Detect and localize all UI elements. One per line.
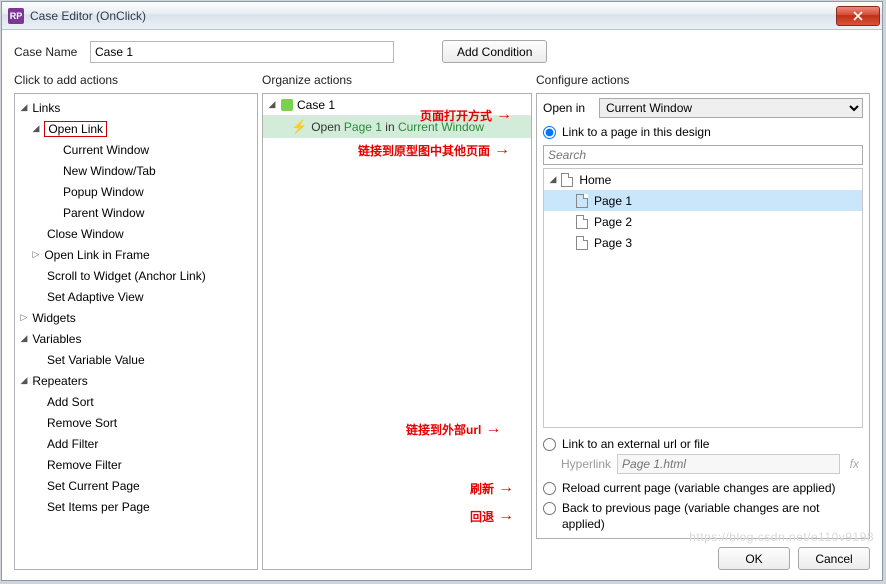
tree-open-link[interactable]: Open Link (15, 118, 257, 139)
page-2[interactable]: Page 2 (544, 211, 862, 232)
configure-column: Configure actions Open in Current Window… (536, 73, 870, 570)
ok-button[interactable]: OK (718, 547, 790, 570)
tree-set-items-page[interactable]: Set Items per Page (15, 496, 257, 517)
case-name-input[interactable] (90, 41, 394, 63)
caret-right-icon (31, 249, 41, 260)
caret-right-icon (19, 312, 29, 323)
caret-down-icon (19, 333, 29, 344)
tree-set-current-page[interactable]: Set Current Page (15, 475, 257, 496)
caret-down-icon (19, 375, 29, 386)
page-icon (576, 194, 588, 208)
case-icon (281, 99, 293, 111)
tree-open-frame[interactable]: Open Link in Frame (15, 244, 257, 265)
cancel-button[interactable]: Cancel (798, 547, 870, 570)
close-icon (853, 11, 863, 21)
search-input[interactable] (543, 145, 863, 165)
radio-link-design[interactable]: Link to a page in this design (543, 122, 863, 142)
page-icon (576, 215, 588, 229)
tree-popup-window[interactable]: Popup Window (15, 181, 257, 202)
tree-remove-sort[interactable]: Remove Sort (15, 412, 257, 433)
tree-add-sort[interactable]: Add Sort (15, 391, 257, 412)
page-tree[interactable]: Home Page 1 Page 2 Page 3 (543, 168, 863, 428)
radio-back[interactable]: Back to previous page (variable changes … (543, 498, 863, 534)
tree-add-filter[interactable]: Add Filter (15, 433, 257, 454)
organize-header: Organize actions (262, 73, 532, 87)
hyperlink-label: Hyperlink (561, 457, 611, 471)
fx-button[interactable]: fx (846, 457, 863, 471)
page-icon (561, 173, 573, 187)
open-in-row: Open in Current Window (543, 98, 863, 118)
caret-down-icon (19, 102, 29, 113)
actions-panel[interactable]: Links Open Link Current Window New Windo… (14, 93, 258, 570)
page-icon (576, 236, 588, 250)
tree-links[interactable]: Links (15, 97, 257, 118)
tree-scroll-widget[interactable]: Scroll to Widget (Anchor Link) (15, 265, 257, 286)
case-name-label: Case Name (14, 45, 90, 59)
page-3[interactable]: Page 3 (544, 232, 862, 253)
radio-external-input[interactable] (543, 438, 556, 451)
tree-new-window[interactable]: New Window/Tab (15, 160, 257, 181)
radio-reload-input[interactable] (543, 482, 556, 495)
page-1[interactable]: Page 1 (544, 190, 862, 211)
organize-case-label: Case 1 (297, 98, 335, 112)
case-name-row: Case Name Add Condition (14, 40, 870, 63)
configure-panel: Open in Current Window Link to a page in… (536, 93, 870, 539)
tree-set-var-value[interactable]: Set Variable Value (15, 349, 257, 370)
case-editor-window: RP Case Editor (OnClick) Case Name Add C… (1, 1, 883, 581)
app-icon: RP (8, 8, 24, 24)
add-condition-button[interactable]: Add Condition (442, 40, 547, 63)
caret-down-icon (267, 99, 277, 110)
open-in-select[interactable]: Current Window (599, 98, 863, 118)
titlebar[interactable]: RP Case Editor (OnClick) (2, 2, 882, 30)
tree-close-window[interactable]: Close Window (15, 223, 257, 244)
caret-down-icon (31, 123, 41, 134)
actions-header: Click to add actions (14, 73, 258, 87)
organize-panel[interactable]: Case 1 ⚡ Open Page 1 in Current Window (262, 93, 532, 570)
radio-link-design-input[interactable] (543, 126, 556, 139)
organize-case-row[interactable]: Case 1 (263, 94, 531, 116)
organize-column: Organize actions Case 1 ⚡ Open Page 1 in (262, 73, 532, 570)
tree-variables[interactable]: Variables (15, 328, 257, 349)
radio-reload[interactable]: Reload current page (variable changes ar… (543, 478, 863, 498)
lightning-icon: ⚡ (291, 119, 307, 135)
caret-down-icon (548, 174, 558, 185)
open-in-label: Open in (543, 101, 599, 115)
configure-header: Configure actions (536, 73, 870, 87)
actions-column: Click to add actions Links Open Link Cur… (14, 73, 258, 570)
hyperlink-row: Hyperlink fx (543, 454, 863, 474)
tree-widgets[interactable]: Widgets (15, 307, 257, 328)
organize-action-row[interactable]: ⚡ Open Page 1 in Current Window (263, 116, 531, 138)
hyperlink-input (617, 454, 840, 474)
radio-external[interactable]: Link to an external url or file (543, 434, 863, 454)
tree-remove-filter[interactable]: Remove Filter (15, 454, 257, 475)
tree-set-adaptive[interactable]: Set Adaptive View (15, 286, 257, 307)
window-title: Case Editor (OnClick) (30, 9, 146, 23)
dialog-footer: OK Cancel (536, 539, 870, 570)
radio-back-input[interactable] (543, 502, 556, 515)
page-home[interactable]: Home (544, 169, 862, 190)
action-text: Open Page 1 in Current Window (311, 120, 484, 134)
tree-repeaters[interactable]: Repeaters (15, 370, 257, 391)
close-button[interactable] (836, 6, 880, 26)
tree-current-window[interactable]: Current Window (15, 139, 257, 160)
tree-parent-window[interactable]: Parent Window (15, 202, 257, 223)
content-area: Case Name Add Condition Click to add act… (2, 30, 882, 580)
